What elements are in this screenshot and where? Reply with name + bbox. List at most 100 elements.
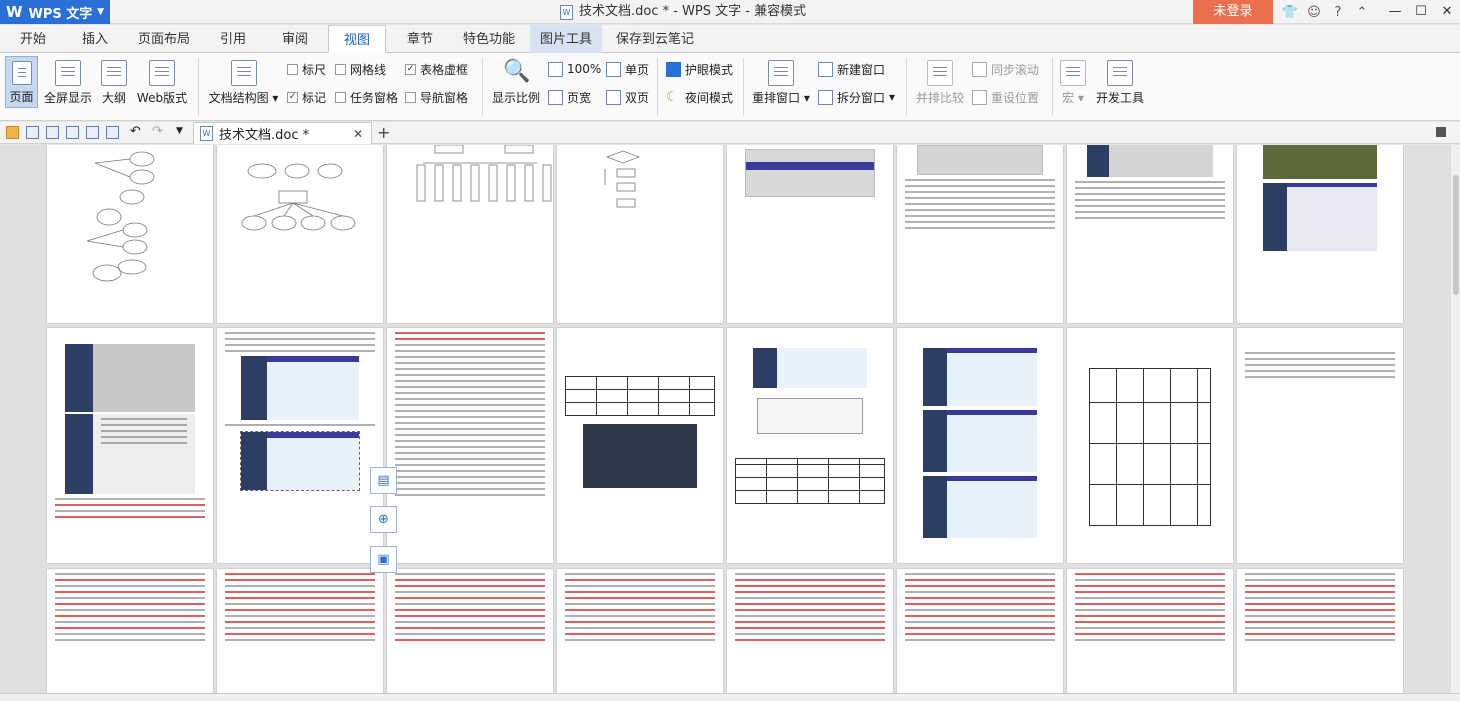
page-thumbnail [1067,569,1233,693]
markup-checkbox[interactable]: ✓ 标记 [287,88,326,106]
page-thumbnail [217,569,383,693]
checkmark-icon: ✓ [287,91,298,103]
document-tab[interactable]: W 技术文档.doc * ✕ [193,122,372,144]
fullscreen-button[interactable]: 全屏显示 [42,60,94,106]
developer-tools-button[interactable]: 开发工具 [1094,60,1146,106]
tab-review[interactable]: 审阅 [270,25,320,53]
outline-icon [101,60,127,86]
sync-scroll-button[interactable]: 同步滚动 [972,60,1039,78]
maximize-icon[interactable]: ☐ [1408,0,1434,24]
nav-pane-checkbox[interactable]: 导航窗格 [405,88,468,106]
eye-protection-button[interactable]: 护眼模式 [666,60,733,78]
table-gridlines-checkbox[interactable]: ✓ 表格虚框 [405,60,468,78]
side-by-side-button[interactable]: 并排比较 [912,60,968,106]
arrange-windows-button[interactable]: 重排窗口 ▾ [750,60,812,106]
scroll-thumb[interactable] [1453,175,1459,295]
new-tab-icon[interactable]: + [377,122,390,144]
screenshot-image [583,424,697,488]
page-thumbnail [1237,569,1403,693]
print-icon[interactable] [66,126,79,139]
page-thumbnail [47,569,213,693]
new-window-button[interactable]: 新建窗口 [818,60,885,78]
two-pages-icon [606,89,621,105]
task-pane-checkbox[interactable]: 任务窗格 [335,88,398,106]
vertical-scrollbar[interactable] [1450,145,1460,693]
tab-picture-tools[interactable]: 图片工具 [530,25,602,53]
page-thumbnail [727,328,893,563]
checkmark-icon: ✓ [405,63,416,75]
two-pages-button[interactable]: 双页 [606,88,649,106]
login-button[interactable]: 未登录 [1193,0,1273,24]
page-thumbnail [897,145,1063,323]
open-folder-icon[interactable] [6,126,19,139]
zoom-button[interactable]: 🔍 显示比例 [488,60,544,106]
screenshot-image [745,149,875,197]
spellcheck-icon[interactable] [106,126,119,139]
tab-insert[interactable]: 插入 [70,25,120,53]
save-icon[interactable] [26,126,39,139]
close-icon[interactable]: ✕ [1434,0,1460,24]
view-page-button[interactable]: 页面 [5,56,38,108]
help-icon[interactable]: ? [1326,5,1350,20]
single-page-button[interactable]: 单页 [606,60,649,78]
page-width-button[interactable]: 页宽 [548,88,591,106]
app-menu-button[interactable]: W WPS 文字 ▼ [0,0,110,24]
page-thumbnail [387,569,553,693]
wps-logo-icon: W [6,3,23,21]
web-layout-icon [149,60,175,86]
screenshot-image [917,145,1043,175]
ribbon-tabs: 开始 插入 页面布局 引用 审阅 视图 章节 特色功能 图片工具 保存到云笔记 [0,25,1460,53]
web-layout-button[interactable]: Web版式 [134,60,190,106]
page-thumbnail [557,145,723,323]
outline-button[interactable]: 大纲 [98,60,130,106]
skin-icon[interactable]: 👕 [1278,5,1302,20]
chevron-down-icon[interactable]: ▼ [176,126,183,136]
collapse-icon[interactable]: ⌃ [1350,5,1374,20]
zoom-100-button[interactable]: 100% [548,60,601,78]
zoom-100-icon [548,61,563,77]
page-thumbnail [1237,145,1403,323]
redo-icon[interactable]: ↷ [152,124,163,139]
ruler-checkbox[interactable]: 标尺 [287,60,326,78]
panel-toggle-icon[interactable] [1436,127,1446,137]
zoom-in-icon[interactable]: ⊕ [370,506,397,533]
page-thumbnail [727,145,893,323]
crop-image-icon[interactable]: ▣ [370,546,397,573]
arrange-windows-icon [768,60,794,86]
tab-special[interactable]: 特色功能 [455,25,523,53]
tab-page-layout[interactable]: 页面布局 [130,25,198,53]
split-window-icon [818,89,833,105]
single-page-icon [606,61,621,77]
page-thumbnail [557,328,723,563]
export-pdf-icon[interactable] [46,126,59,139]
print-preview-icon[interactable] [86,126,99,139]
undo-icon[interactable]: ↶ [130,124,141,139]
night-mode-button[interactable]: ☾ 夜间模式 [666,88,733,106]
page-view-icon [11,61,32,85]
tab-view[interactable]: 视图 [328,25,386,53]
tab-home[interactable]: 开始 [8,25,58,53]
eye-shield-icon [666,61,681,77]
checkbox-icon [335,63,346,75]
macro-button[interactable]: 宏 ▾ [1058,60,1088,106]
page-thumbnail [1067,145,1233,323]
title-bar: W WPS 文字 ▼ W 技术文档.doc * - WPS 文字 - 兼容模式 … [0,0,1460,24]
doc-map-button[interactable]: 文档结构图 ▾ [206,60,281,106]
photo-image [1263,145,1377,179]
tab-save-cloud[interactable]: 保存到云笔记 [610,25,700,53]
tab-references[interactable]: 引用 [208,25,258,53]
split-window-button[interactable]: 拆分窗口 ▾ [818,88,895,106]
share-icon[interactable]: ☺ [1302,5,1326,20]
gridlines-checkbox[interactable]: 网格线 [335,60,386,78]
checkbox-icon [335,91,346,103]
minimize-icon[interactable]: — [1382,0,1408,24]
picture-layout-icon[interactable]: ▤ [370,467,397,494]
document-canvas[interactable]: ▤ ⊕ ▣ [0,145,1450,693]
close-tab-icon[interactable]: ✕ [353,127,363,141]
page-thumbnail [217,328,383,563]
page-thumbnail [217,145,383,323]
reset-position-button[interactable]: 重设位置 [972,88,1039,106]
tab-chapter[interactable]: 章节 [395,25,445,53]
document-icon: W [560,4,573,20]
page-thumbnail [557,569,723,693]
